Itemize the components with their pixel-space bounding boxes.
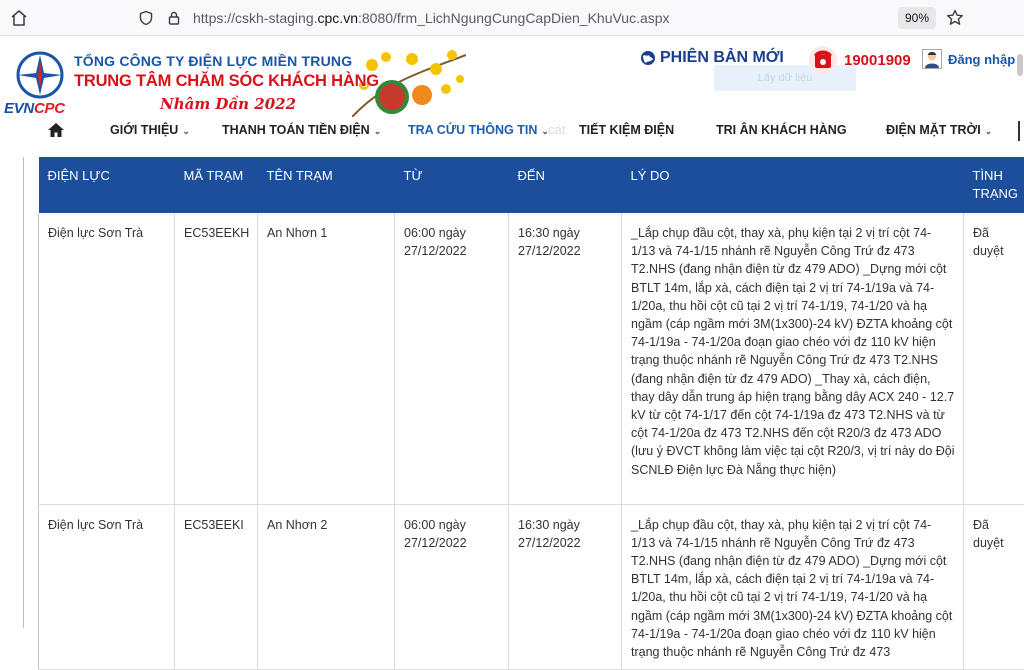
lock-icon[interactable] xyxy=(166,10,182,26)
nav-item-tiet-kiem[interactable]: TIẾT KIỆM ĐIỆN xyxy=(579,123,674,137)
cell-dien-luc: Điện lực Sơn Trà xyxy=(39,213,175,504)
col-header-ten-tram: TÊN TRẠM xyxy=(258,157,395,213)
browser-home-button[interactable] xyxy=(8,7,30,29)
house-icon[interactable] xyxy=(47,122,65,138)
nav-item-tra-cuu[interactable]: TRA CỨU THÔNG TIN⌄ xyxy=(408,123,549,137)
cell-tinh-trang: Đã duyệt xyxy=(964,504,1024,670)
user-avatar-icon xyxy=(922,49,942,69)
globe-icon xyxy=(640,50,656,66)
table-row: Điện lực Sơn Trà EC53EEKH An Nhơn 1 06:0… xyxy=(39,213,1024,504)
nav-item-thanh-toan[interactable]: THANH TOÁN TIỀN ĐIỆN⌄ xyxy=(222,123,381,137)
scrollbar-thumb[interactable] xyxy=(1017,54,1023,76)
hotline[interactable]: 19001909 xyxy=(808,45,911,75)
site-header: EVNCPC TỔNG CÔNG TY ĐIỆN LỰC MIỀN TRUNG … xyxy=(0,37,1024,157)
nav-item-gioi-thieu[interactable]: GIỚI THIỆU⌄ xyxy=(110,123,190,137)
cell-ma-tram: EC53EEKI xyxy=(175,504,258,670)
cell-ly-do: _Lắp chụp đầu cột, thay xà, phụ kiện tại… xyxy=(622,213,964,504)
main-nav: GIỚI THIỆU⌄ THANH TOÁN TIỀN ĐIỆN⌄ TRA CỨ… xyxy=(0,119,1024,145)
table-row: Điện lực Sơn Trà EC53EEKI An Nhơn 2 06:0… xyxy=(39,504,1024,670)
logo-text: EVNCPC xyxy=(4,100,65,117)
shield-icon[interactable] xyxy=(138,10,154,26)
nav-item-dien-mat-troi[interactable]: ĐIỆN MẶT TRỜI⌄ xyxy=(886,123,992,137)
col-header-tu: TỪ xyxy=(395,157,509,213)
browser-toolbar: https://cskh-staging.cpc.vn:8080/frm_Lic… xyxy=(0,0,1024,36)
cell-den: 16:30 ngày 27/12/2022 xyxy=(509,213,622,504)
left-border xyxy=(12,157,24,628)
nav-item-tri-an[interactable]: TRI ÂN KHÁCH HÀNG xyxy=(716,123,847,137)
cell-dien-luc: Điện lực Sơn Trà xyxy=(39,504,175,670)
cell-ly-do: _Lắp chụp đầu cột, thay xà, phụ kiện tại… xyxy=(622,504,964,670)
col-header-dien-luc: ĐIỆN LỰC xyxy=(39,157,175,213)
new-version-link[interactable]: PHIÊN BẢN MỚI xyxy=(640,49,784,67)
nav-divider xyxy=(1018,121,1020,141)
table-header-row: ĐIỆN LỰC MÃ TRẠM TÊN TRẠM TỪ ĐẾN LÝ DO T… xyxy=(39,157,1024,213)
url-text[interactable]: https://cskh-staging.cpc.vn:8080/frm_Lic… xyxy=(193,10,670,26)
col-header-ma-tram: MÃ TRẠM xyxy=(175,157,258,213)
bookmark-star-icon[interactable] xyxy=(945,8,965,28)
center-name: TRUNG TÂM CHĂM SÓC KHÁCH HÀNG xyxy=(74,72,379,91)
cell-ma-tram: EC53EEKH xyxy=(175,213,258,504)
outage-schedule-table: ĐIỆN LỰC MÃ TRẠM TÊN TRẠM TỪ ĐẾN LÝ DO T… xyxy=(38,157,1024,670)
phone-icon xyxy=(808,45,838,75)
col-header-den: ĐẾN xyxy=(509,157,622,213)
ghost-text: cát xyxy=(548,122,565,137)
tet-greeting: Nhâm Dần 2022 xyxy=(160,95,296,113)
cell-tinh-trang: Đã duyệt xyxy=(964,213,1024,504)
corporation-name: TỔNG CÔNG TY ĐIỆN LỰC MIỀN TRUNG xyxy=(74,53,352,69)
col-header-tinh-trang: TÌNH TRẠNG xyxy=(964,157,1024,213)
zoom-level-badge[interactable]: 90% xyxy=(898,7,936,29)
cell-den: 16:30 ngày 27/12/2022 xyxy=(509,504,622,670)
home-icon xyxy=(10,9,28,27)
cell-ten-tram: An Nhơn 1 xyxy=(258,213,395,504)
cell-ten-tram: An Nhơn 2 xyxy=(258,504,395,670)
login-link[interactable]: Đăng nhập xyxy=(922,49,1015,69)
col-header-ly-do: LÝ DO xyxy=(622,157,964,213)
cell-tu: 06:00 ngày 27/12/2022 xyxy=(395,213,509,504)
address-bar[interactable]: https://cskh-staging.cpc.vn:8080/frm_Lic… xyxy=(130,4,970,32)
cell-tu: 06:00 ngày 27/12/2022 xyxy=(395,504,509,670)
